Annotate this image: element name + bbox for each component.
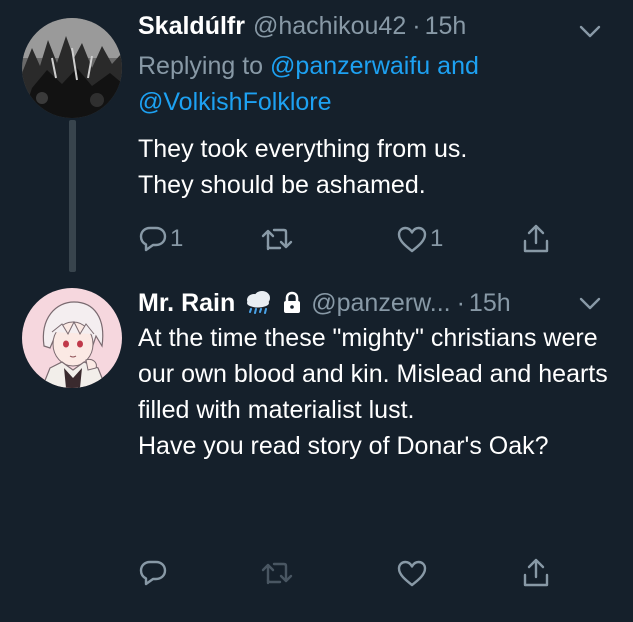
like-count: 1 [430, 225, 444, 252]
mention-link[interactable]: @VolkishFolklore [138, 88, 332, 116]
thread-line [69, 120, 76, 272]
avatar[interactable] [22, 18, 122, 118]
like-button[interactable] [396, 556, 428, 590]
like-button[interactable]: 1 [396, 222, 443, 256]
reply-button[interactable] [138, 556, 168, 590]
user-handle[interactable]: @panzerw... [311, 289, 450, 318]
action-bar: 1 1 [138, 222, 568, 256]
tweet[interactable]: Skaldúlfr @hachikou42 · 15h Replying to … [0, 0, 633, 285]
replying-to: Replying to @panzerwaifu and @VolkishFol… [138, 48, 608, 120]
reply-count: 1 [170, 225, 184, 252]
share-icon [523, 558, 549, 587]
reply-button[interactable]: 1 [138, 222, 183, 256]
chevron-down-icon[interactable] [579, 25, 601, 39]
mention-join: and [437, 52, 479, 80]
heart-icon [397, 560, 427, 587]
heart-icon [397, 226, 427, 253]
retweet-icon [261, 562, 293, 585]
retweet-button [260, 556, 294, 590]
share-button[interactable] [521, 556, 551, 590]
reply-icon [139, 560, 167, 586]
tweet[interactable]: Mr. Rain @panzerw... · 15h At the time t… [0, 285, 633, 622]
chevron-down-icon[interactable] [579, 297, 601, 311]
reply-icon [139, 226, 167, 252]
user-handle[interactable]: @hachikou42 [253, 12, 406, 41]
timestamp[interactable]: 15h [469, 289, 511, 318]
avatar[interactable] [22, 288, 122, 388]
tweet-header: Mr. Rain @panzerw... · 15h [138, 286, 511, 320]
share-button[interactable] [521, 222, 551, 256]
mention-link[interactable]: @panzerwaifu [270, 52, 430, 80]
action-bar [138, 556, 568, 590]
display-name[interactable]: Skaldúlfr [138, 12, 245, 41]
separator-dot: · [412, 11, 421, 40]
retweet-icon [261, 228, 293, 251]
retweet-button[interactable] [260, 222, 294, 256]
tweet-text: At the time these "mighty" christians we… [138, 324, 608, 460]
replying-prefix: Replying to [138, 52, 264, 80]
lock-icon [284, 291, 301, 313]
display-name[interactable]: Mr. Rain [138, 289, 235, 318]
tweet-text: They took everything from us. They shoul… [138, 135, 468, 199]
rain-cloud-icon [247, 291, 271, 314]
timestamp[interactable]: 15h [425, 12, 467, 41]
share-icon [523, 224, 549, 253]
separator-dot: · [456, 288, 465, 317]
tweet-header: Skaldúlfr @hachikou42 · 15h [138, 9, 466, 43]
